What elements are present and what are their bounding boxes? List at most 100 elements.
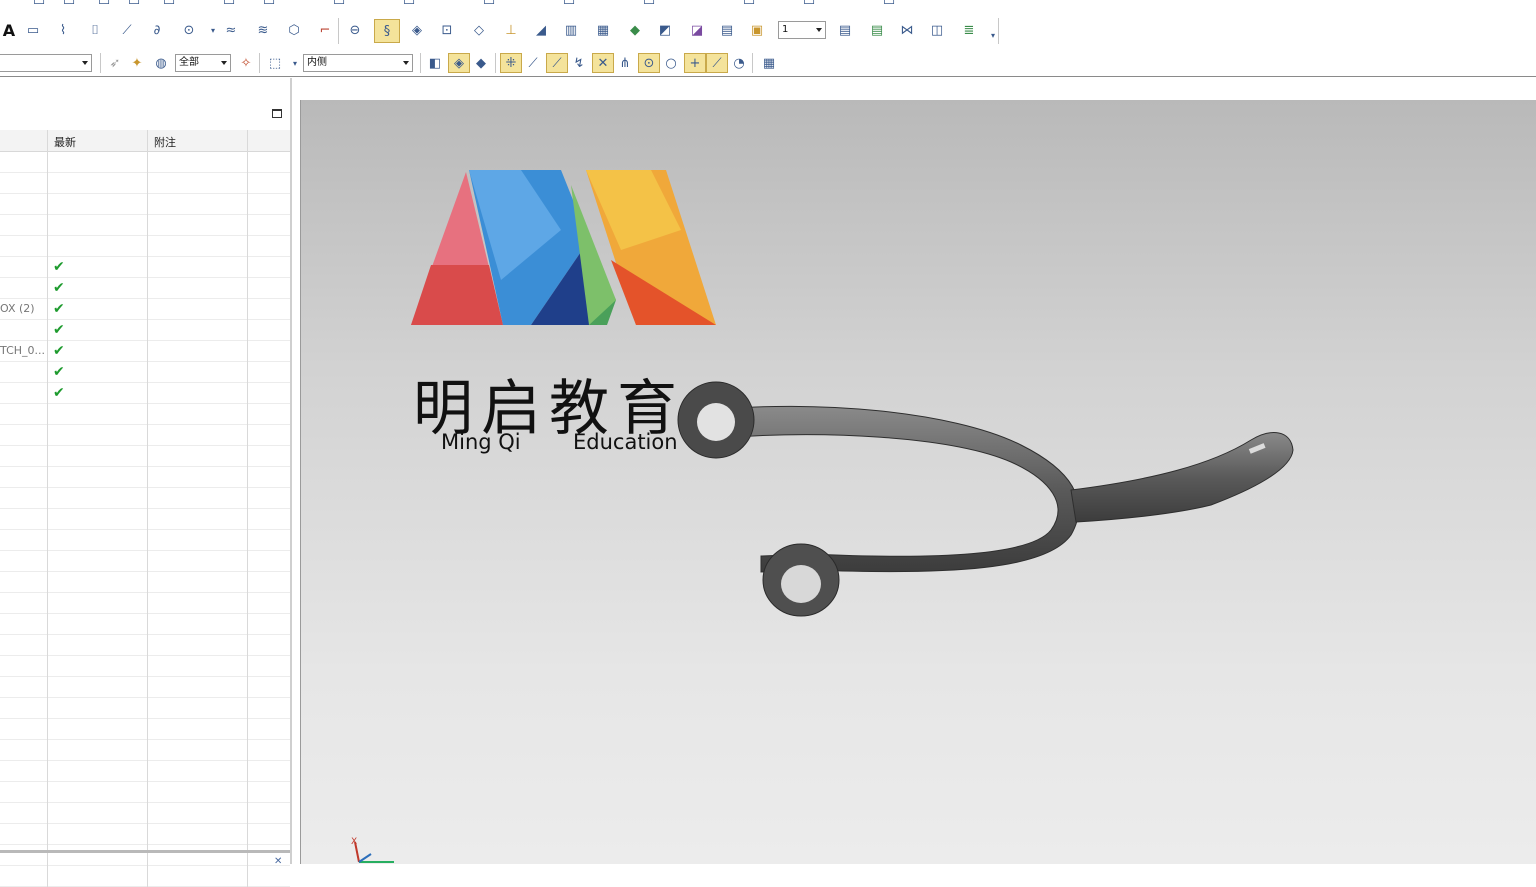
- toolbar-icon[interactable]: ▭: [60, 0, 78, 10]
- polygon-tool-icon[interactable]: ⬡: [285, 21, 303, 39]
- offset-curve-icon[interactable]: ≈: [222, 21, 240, 39]
- selection-bar: ➶ ✦ ◍ 全部 ✧ ⬚ ▾ 内侧 ◧ ◈ ◆ ⁜ ⟋ ⟋ ↯ ✕ ⋔ ⊙ ○ …: [0, 50, 1536, 77]
- toolbar-icon[interactable]: ▭: [160, 0, 178, 10]
- toolbar-icon[interactable]: ▭: [95, 0, 113, 10]
- snap-center-icon[interactable]: ⊙: [638, 53, 660, 73]
- column-header-latest[interactable]: 最新: [54, 134, 76, 150]
- part-navigator: 最新 附注 ✔ ✔ OX (2) ✔ ✔ TCH_0... ✔ ✔ ✔ ✕: [0, 78, 292, 887]
- type-filter-select[interactable]: [0, 54, 92, 72]
- bridge-curve-icon[interactable]: ≋: [254, 21, 272, 39]
- brand-name-english-1: Ming Qi: [441, 430, 521, 454]
- up-to-date-check-icon: ✔: [53, 280, 65, 296]
- n-sided-surface-icon[interactable]: ◩: [656, 21, 674, 39]
- snap-endpoint-icon[interactable]: ⟋: [524, 54, 542, 72]
- layer-stack-icon[interactable]: ≣: [960, 21, 978, 39]
- column-header-notes[interactable]: 附注: [154, 134, 176, 150]
- layer-category-icon[interactable]: ◫: [928, 21, 946, 39]
- thicken-icon[interactable]: ◇: [470, 21, 488, 39]
- spline-tool-icon[interactable]: ∂: [148, 21, 166, 39]
- curve-mesh-icon[interactable]: ▦: [594, 21, 612, 39]
- toolbar-icon[interactable]: ▭: [220, 0, 238, 10]
- face-rule-select[interactable]: 内侧: [303, 54, 413, 72]
- move-to-layer-icon[interactable]: ▤: [836, 21, 854, 39]
- copy-to-layer-icon[interactable]: ▤: [868, 21, 886, 39]
- up-to-date-check-icon: ✔: [53, 259, 65, 275]
- project-curve-icon[interactable]: ⟋: [118, 21, 136, 39]
- studio-surface-icon[interactable]: ◪: [688, 21, 706, 39]
- snap-control-icon[interactable]: ↯: [570, 54, 588, 72]
- toolbar-icon[interactable]: ▭: [125, 0, 143, 10]
- toolbar-icon[interactable]: ▭: [800, 0, 818, 10]
- snap-existing-point-icon[interactable]: +: [684, 53, 706, 73]
- dropdown-arrow-icon[interactable]: ▾: [204, 21, 222, 39]
- up-to-date-check-icon: ✔: [53, 364, 65, 380]
- selection-filter-icon[interactable]: ✦: [128, 54, 146, 72]
- toolbar-icon[interactable]: ▭: [480, 0, 498, 10]
- cylinder-tool-icon[interactable]: ⌷: [86, 21, 104, 39]
- select-point-icon[interactable]: ✧: [237, 54, 255, 72]
- fillet-curve-icon[interactable]: ⌐: [316, 21, 334, 39]
- view-triad: X: [351, 837, 394, 863]
- ruled-surface-icon[interactable]: ◢: [532, 21, 550, 39]
- top-toolbar-partial: ▭ ▭ ▭ ▭ ▭ ▭ ▭ ▭ ▭ ▭ ▭ ▭ ▭ ▭ ▭: [0, 0, 1536, 10]
- shaded-view-icon[interactable]: ◧: [426, 54, 444, 72]
- triad-x-label: X: [351, 837, 357, 847]
- snap-arc-center-icon[interactable]: ⋔: [616, 54, 634, 72]
- up-to-date-check-icon: ✔: [53, 322, 65, 338]
- snap-on-curve-icon[interactable]: ⟋: [706, 53, 728, 73]
- rectangle-tool-icon[interactable]: ▭: [24, 21, 42, 39]
- ellipse-tool-icon[interactable]: ⊖: [346, 21, 364, 39]
- through-curves-icon[interactable]: ▥: [562, 21, 580, 39]
- layer-visible-icon[interactable]: ⋈: [898, 21, 916, 39]
- navigator-table: 最新 附注 ✔ ✔ OX (2) ✔ ✔ TCH_0... ✔ ✔ ✔: [0, 130, 290, 887]
- select-arrow-icon[interactable]: ➶: [106, 54, 124, 72]
- up-to-date-check-icon: ✔: [53, 385, 65, 401]
- snap-intersection-icon[interactable]: ✕: [592, 53, 614, 73]
- toolbar-icon[interactable]: ▭: [260, 0, 278, 10]
- swept-surface-icon[interactable]: ◆: [626, 21, 644, 39]
- toolbar-icon[interactable]: ▭: [560, 0, 578, 10]
- collapse-icon[interactable]: ✕: [274, 856, 282, 867]
- sew-icon[interactable]: ▤: [718, 21, 736, 39]
- helix-tool-icon[interactable]: §: [374, 19, 400, 43]
- dropdown-arrow-icon[interactable]: ▾: [286, 54, 304, 72]
- feature-name: TCH_0...: [0, 344, 46, 357]
- rectangle-select-icon[interactable]: ⬚: [266, 54, 284, 72]
- text-tool-icon[interactable]: A: [0, 21, 18, 40]
- globe-icon[interactable]: ◍: [152, 54, 170, 72]
- selection-scope-value: 全部: [179, 57, 199, 68]
- toolbar-icon[interactable]: ▭: [30, 0, 48, 10]
- grid-icon[interactable]: ▦: [760, 54, 778, 72]
- layer-settings-icon[interactable]: ▣: [748, 21, 766, 39]
- layer-select[interactable]: 1: [778, 21, 826, 39]
- extrude-face-icon[interactable]: ⊥: [502, 21, 520, 39]
- trim-sheet-icon[interactable]: ⊡: [438, 21, 456, 39]
- snap-midpoint-icon[interactable]: ⟋: [546, 53, 568, 73]
- circle-tool-icon[interactable]: ⊙: [180, 21, 198, 39]
- graphics-viewport[interactable]: 明启教育 Ming Qi Education X: [300, 100, 1536, 864]
- toolbar-icon[interactable]: ▭: [330, 0, 348, 10]
- toolbar-icon[interactable]: ▭: [640, 0, 658, 10]
- maximize-icon[interactable]: [272, 109, 282, 118]
- extract-face-icon[interactable]: ◈: [408, 21, 426, 39]
- feature-name: OX (2): [0, 302, 35, 315]
- brand-logo: [411, 170, 716, 325]
- selection-scope-select[interactable]: 全部: [175, 54, 231, 72]
- toolbar-icon[interactable]: ▭: [400, 0, 418, 10]
- layer-select-value: 1: [782, 24, 789, 35]
- panel-splitter[interactable]: [290, 78, 292, 864]
- body-select-icon[interactable]: ◆: [472, 54, 490, 72]
- more-tools-icon[interactable]: ▾: [984, 26, 1002, 44]
- curve-tool-icon[interactable]: ⌇: [54, 21, 72, 39]
- snap-on-surface-icon[interactable]: ◔: [730, 54, 748, 72]
- snap-point-icon[interactable]: ⁜: [500, 53, 522, 73]
- snap-quadrant-icon[interactable]: ○: [662, 54, 680, 72]
- feature-select-icon[interactable]: ◈: [448, 53, 470, 73]
- toolbar-icon[interactable]: ▭: [880, 0, 898, 10]
- toolbar-icon[interactable]: ▭: [740, 0, 758, 10]
- 3d-part-model[interactable]: [651, 370, 1311, 630]
- up-to-date-check-icon: ✔: [53, 343, 65, 359]
- panel-bottom-divider: [0, 850, 290, 853]
- face-rule-value: 内侧: [307, 57, 327, 68]
- curve-surface-toolbar: A ▭ ⌇ ⌷ ⟋ ∂ ⊙ ▾ ≈ ≋ ⬡ ⌐ ⊖ § ◈ ⊡ ◇ ⊥ ◢ ▥ …: [0, 14, 1536, 48]
